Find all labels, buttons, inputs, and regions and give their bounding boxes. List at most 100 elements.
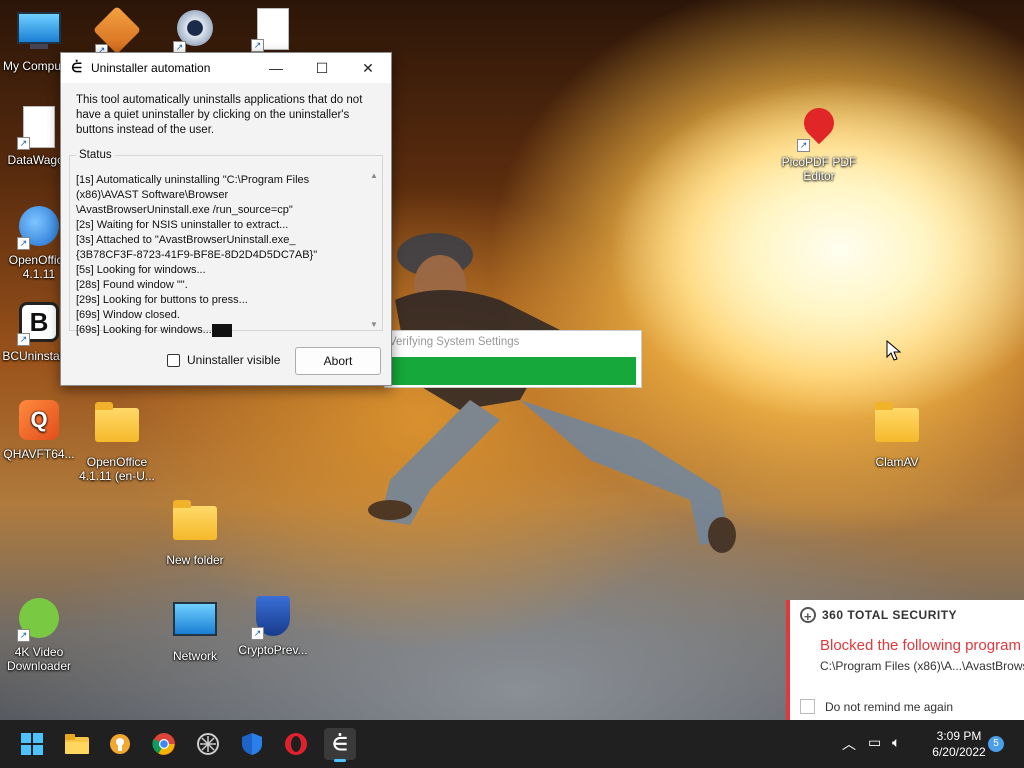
- verify-text: Verifying System Settings: [389, 336, 520, 348]
- shortcut-arrow-icon: ↗: [17, 333, 30, 346]
- chrome-icon: [152, 733, 175, 755]
- taskbar-defender[interactable]: [236, 728, 268, 760]
- log-line: [2s] Waiting for NSIS uninstaller to ext…: [76, 219, 289, 231]
- bcuninstaller-icon: B ↗: [17, 302, 61, 346]
- folder-icon: [875, 402, 919, 452]
- shield-icon: ↗: [251, 596, 295, 640]
- picopdf-icon: ↗: [797, 101, 841, 152]
- security-header: + 360 TOTAL SECURITY: [790, 600, 1024, 624]
- start-button[interactable]: [16, 728, 48, 760]
- verify-dialog: Verifying System Settings: [384, 330, 642, 388]
- folder-icon: [173, 500, 217, 550]
- desktop-icon-cryptoprevent[interactable]: ↗ CryptoPrev...: [234, 596, 312, 657]
- keepass-icon: [110, 734, 130, 754]
- taskbar-uninstaller[interactable]: ⋵: [324, 728, 356, 762]
- log-line: (x86)\AVAST Software\Browser: [76, 189, 229, 201]
- checkbox-box[interactable]: [800, 699, 815, 714]
- minimize-button[interactable]: —: [253, 53, 299, 83]
- status-log[interactable]: [1s] Automatically uninstalling "C:\Prog…: [76, 173, 368, 339]
- remind-label: Do not remind me again: [825, 699, 954, 714]
- webcam-icon: ↗: [173, 10, 217, 54]
- log-line: [69s] Window closed.: [76, 309, 180, 321]
- network-icon: [173, 602, 217, 646]
- log-line: {3B78CF3F-8723-41F9-BF8E-8D2D4D5DC7AB}": [76, 249, 318, 261]
- network-tray-icon[interactable]: ▭: [868, 734, 881, 751]
- shortcut-arrow-icon: ↗: [17, 629, 30, 642]
- desktop-icon-clamav[interactable]: ClamAV: [858, 400, 936, 469]
- title-bar[interactable]: ⋵ Uninstaller automation — ☐ ✕: [61, 53, 391, 83]
- text-cursor: [211, 323, 232, 337]
- desktop-icon-label: PicoPDF PDF Editor: [781, 155, 857, 183]
- taskbar-app[interactable]: [192, 728, 224, 760]
- log-line: [29s] Looking for buttons to press...: [76, 294, 248, 306]
- desktop-icon-qhavft[interactable]: Q QHAVFT64...: [0, 400, 78, 461]
- security-blocked-path: C:\Program Files (x86)\A...\AvastBrowser…: [820, 659, 1024, 673]
- uninstaller-app-icon: ⋵: [71, 60, 83, 75]
- 4k-downloader-icon: ↗: [17, 598, 61, 642]
- uninstaller-icon: ⋵: [332, 733, 348, 754]
- shortcut-arrow-icon: ↗: [17, 237, 30, 250]
- scroll-down-icon[interactable]: ▼: [368, 320, 380, 329]
- desktop-icon-4k-downloader[interactable]: ↗ 4K Video Downloader: [0, 596, 78, 673]
- openoffice-icon: ↗: [17, 206, 61, 250]
- desktop-icon-picopdf[interactable]: ↗ PicoPDF PDF Editor: [780, 101, 858, 183]
- app-icon: [197, 733, 219, 755]
- desktop-icon-label: New folder: [166, 553, 224, 567]
- desktop-icon-network[interactable]: Network: [156, 596, 234, 663]
- log-line: [3s] Attached to "AvastBrowserUninstall.…: [76, 234, 296, 246]
- desktop-icon-new-folder[interactable]: New folder: [156, 498, 234, 567]
- volume-icon[interactable]: 🔈︎: [892, 734, 900, 751]
- opera-icon: [285, 733, 307, 755]
- status-label: Status: [79, 149, 112, 161]
- file-icon: ↗: [17, 106, 61, 150]
- checkbox-label: Uninstaller visible: [187, 353, 281, 367]
- clock-date: 6/20/2022: [932, 745, 986, 759]
- shortcut-arrow-icon: ↗: [251, 39, 264, 52]
- notification-badge[interactable]: 5: [988, 736, 1004, 752]
- desktop-icon-label: CryptoPrev...: [238, 643, 308, 657]
- uninstaller-window: ⋵ Uninstaller automation — ☐ ✕ This tool…: [60, 52, 392, 386]
- qhavft-icon: Q: [17, 400, 61, 444]
- log-line: [69s] Looking for windows...: [76, 324, 212, 336]
- desktop-icon-label: QHAVFT64...: [3, 447, 75, 461]
- taskbar-chrome[interactable]: [148, 728, 180, 760]
- shortcut-arrow-icon: ↗: [251, 627, 264, 640]
- checkbox-box[interactable]: [167, 353, 180, 367]
- security-title: 360 TOTAL SECURITY: [822, 608, 958, 622]
- close-button[interactable]: ✕: [345, 53, 391, 83]
- 360-logo-icon: +: [800, 607, 816, 624]
- desktop-icon-label: 4K Video Downloader: [6, 645, 72, 673]
- log-line: [1s] Automatically uninstalling "C:\Prog…: [76, 174, 310, 186]
- taskbar-keepass[interactable]: [104, 728, 136, 760]
- abort-button[interactable]: Abort: [295, 347, 381, 375]
- clock-time: 3:09 PM: [936, 729, 982, 743]
- desktop-icon-file[interactable]: ↗: [234, 8, 312, 55]
- mouse-pointer-icon: [886, 340, 902, 361]
- desktop-icon-webcam[interactable]: ↗: [156, 8, 234, 57]
- taskbar-file-explorer[interactable]: [61, 728, 93, 760]
- desktop-icon-openoffice-folder[interactable]: OpenOffice 4.1.11 (en-U...: [78, 400, 156, 483]
- chevron-up-icon[interactable]: ︿: [842, 734, 856, 754]
- shortcut-arrow-icon: ↗: [17, 137, 30, 150]
- do-not-remind-checkbox[interactable]: Do not remind me again: [800, 699, 953, 714]
- log-line: [5s] Looking for windows...: [76, 264, 206, 276]
- maximize-button[interactable]: ☐: [299, 53, 345, 83]
- taskbar-opera[interactable]: [280, 728, 312, 760]
- defender-icon: [242, 733, 262, 755]
- app-icon: ↗: [92, 5, 142, 57]
- verify-progress-bar: [387, 357, 636, 385]
- scroll-up-icon[interactable]: ▲: [368, 171, 380, 180]
- uninstaller-visible-checkbox[interactable]: Uninstaller visible: [167, 353, 280, 367]
- security-notification: + 360 TOTAL SECURITY Blocked the followi…: [786, 600, 1024, 720]
- status-group: Status [1s] Automatically uninstalling "…: [69, 149, 383, 337]
- clock[interactable]: 3:09 PM 6/20/2022: [920, 728, 998, 760]
- start-icon: [21, 733, 43, 755]
- computer-icon: [17, 12, 61, 56]
- desktop-icon-label: Network: [172, 649, 217, 663]
- log-scrollbar[interactable]: ▲ ▼: [368, 171, 380, 339]
- taskbar: ⋵ ︿ ▭ 🔈︎ 3:09 PM 6/20/2022: [0, 720, 1024, 768]
- folder-icon: [95, 402, 139, 452]
- log-line: \AvastBrowserUninstall.exe /run_source=c…: [76, 204, 293, 216]
- desktop-icon-label: OpenOffice 4.1.11 (en-U...: [79, 455, 155, 483]
- security-blocked-text: Blocked the following program: [820, 637, 1021, 654]
